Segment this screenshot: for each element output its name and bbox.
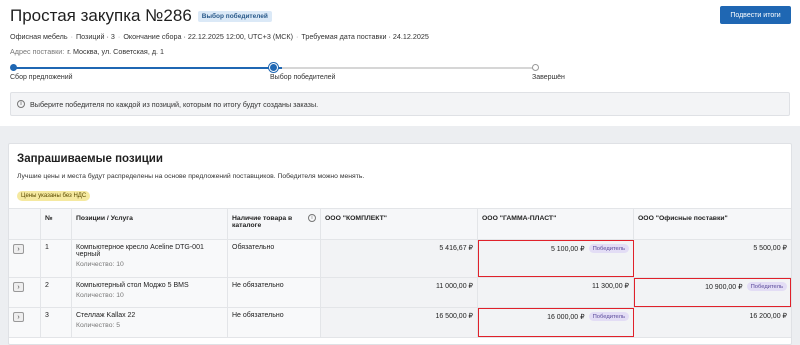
stage-badge: Выбор победителей [197,10,272,22]
winner-badge: Победитель [588,244,629,253]
row-availability: Не обязательно [228,308,321,337]
row-num: 3 [41,308,72,337]
table-row: › 3 Стеллаж Kallax 22 Количество: 5 Не о… [9,308,791,338]
card-subtitle: Лучшие цены и места будут распределены н… [17,173,365,180]
row-qty: Количество: 10 [76,261,124,268]
step-dot-select [270,64,277,71]
expand-cell: › [9,240,41,277]
table-header: № Позиции / Услуга Наличие товара в ката… [9,209,791,240]
vat-badge: Цены указаны без НДС [17,191,91,201]
offer-cell-winner[interactable]: 10 900,00 ₽ Победитель [634,278,791,307]
row-num: 1 [41,240,72,277]
row-name: Компьютерный стол Моджо 5 BMS [76,282,189,289]
stepper-track-fill [12,67,276,69]
offer-price: 16 200,00 ₽ [749,313,787,320]
positions-card: Запрашиваемые позиции Лучшие цены и мест… [8,143,792,345]
winner-badge: Победитель [746,282,787,291]
winner-badge: Победитель [588,312,629,321]
alert-text: Выберите победителя по каждой из позиций… [30,99,319,109]
header-supplier-2: ООО "ГАММА-ПЛАСТ" [478,209,634,239]
offer-price: 11 300,00 ₽ [591,283,629,290]
step-label-finished: Завершён [532,74,565,81]
offer-cell[interactable]: 11 300,00 ₽ [478,278,634,307]
row-name-cell: Компьютерный стол Моджо 5 BMS Количество… [72,278,228,307]
table-row: › 1 Компьютерное кресло Aceline DTG-001 … [9,240,791,278]
info-alert: i Выберите победителя по каждой из позиц… [10,92,790,116]
row-qty: Количество: 10 [76,292,124,299]
chevron-right-icon[interactable]: › [13,244,24,254]
offer-price: 5 416,67 ₽ [439,245,473,252]
offer-price: 11 000,00 ₽ [435,283,473,290]
address-value: г. Москва, ул. Советская, д. 1 [67,47,165,56]
header-num: № [41,209,72,239]
header-supplier-1: ООО "КОМПЛЕКТ" [321,209,478,239]
meta-positions: Позиций · 3 [75,32,115,41]
header-supplier-3: ООО "Офисные поставки" [638,215,728,222]
row-name-cell: Компьютерное кресло Aceline DTG-001 черн… [72,240,228,277]
chevron-right-icon[interactable]: › [13,312,24,322]
positions-table: № Позиции / Услуга Наличие товара в ката… [9,208,791,338]
delivery-address: Адрес поставки: г. Москва, ул. Советская,… [10,47,164,56]
offer-price: 16 500,00 ₽ [435,313,473,320]
address-label: Адрес поставки: [10,47,65,56]
offer-price: 16 000,00 ₽ [547,313,585,321]
header-availability: Наличие товара в каталоге i [228,209,321,239]
step-dot-collect [10,64,17,71]
table-row: › 2 Компьютерный стол Моджо 5 BMS Количе… [9,278,791,308]
header-expand [9,209,41,239]
offer-cell[interactable]: 5 500,00 ₽ [634,240,791,277]
row-name-cell: Стеллаж Kallax 22 Количество: 5 [72,308,228,337]
row-num: 2 [41,278,72,307]
offer-price: 5 100,00 ₽ [550,245,585,253]
info-icon[interactable]: i [308,214,316,222]
row-availability: Не обязательно [228,278,321,307]
offer-cell[interactable]: 16 200,00 ₽ [634,308,791,337]
offer-cell[interactable]: 11 000,00 ₽ [321,278,478,307]
step-label-select: Выбор победителей [270,74,336,81]
meta-collection-end: Окончание сбора · 22.12.2025 12:00, UTC+… [123,32,293,41]
card-title: Запрашиваемые позиции [17,153,163,165]
offer-cell-winner[interactable]: 5 100,00 ₽ Победитель [478,240,634,277]
meta-delivery-date: Требуемая дата поставки · 24.12.2025 [301,32,429,41]
info-icon: i [17,100,25,108]
summarize-button[interactable]: Подвести итоги [720,6,791,24]
meta-category: Офисная мебель [10,32,68,41]
title-row: Простая закупка №286 Выбор победителей [10,6,272,26]
row-availability: Обязательно [228,240,321,277]
offer-cell[interactable]: 5 416,67 ₽ [321,240,478,277]
row-name: Компьютерное кресло Aceline DTG-001 черн… [76,244,204,258]
offer-price: 5 500,00 ₽ [753,245,787,252]
row-qty: Количество: 5 [76,322,121,329]
header-availability-label: Наличие товара в каталоге [232,215,293,229]
page-header: Простая закупка №286 Выбор победителей П… [0,0,800,126]
step-label-collect: Сбор предложений [10,74,73,81]
offer-cell-winner[interactable]: 16 000,00 ₽ Победитель [478,308,634,337]
step-dot-finished [532,64,539,71]
expand-cell: › [9,278,41,307]
row-name: Стеллаж Kallax 22 [76,312,136,319]
page-title: Простая закупка №286 [10,6,192,25]
offer-cell[interactable]: 16 500,00 ₽ [321,308,478,337]
progress-stepper: Сбор предложений Выбор победителей Завер… [10,64,565,84]
procurement-meta: Офисная мебель · Позиций · 3 · Окончание сбо… [10,32,429,41]
chevron-right-icon[interactable]: › [13,282,24,292]
offer-price: 10 900,00 ₽ [705,283,743,291]
expand-cell: › [9,308,41,337]
header-name: Позиции / Услуга [72,209,228,239]
